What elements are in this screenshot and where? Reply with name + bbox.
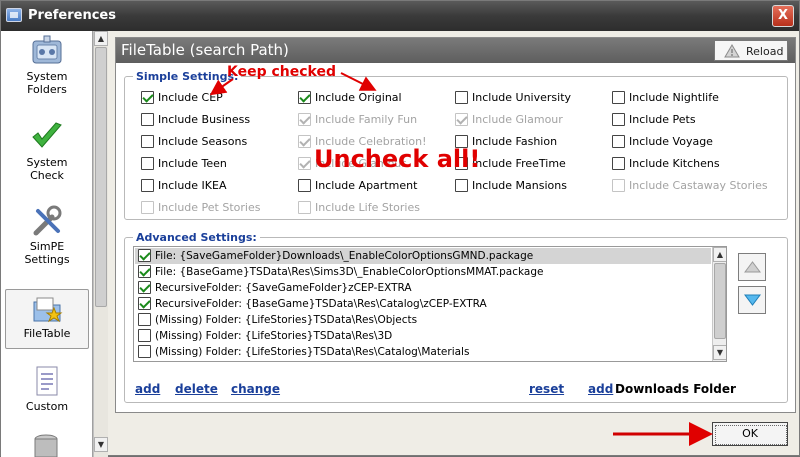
preferences-window: Preferences X System Folders System Chec… xyxy=(0,0,800,457)
arrow-to-cep-icon xyxy=(209,78,234,96)
annotation-arrows xyxy=(209,72,713,446)
arrow-to-original-icon xyxy=(340,72,377,91)
